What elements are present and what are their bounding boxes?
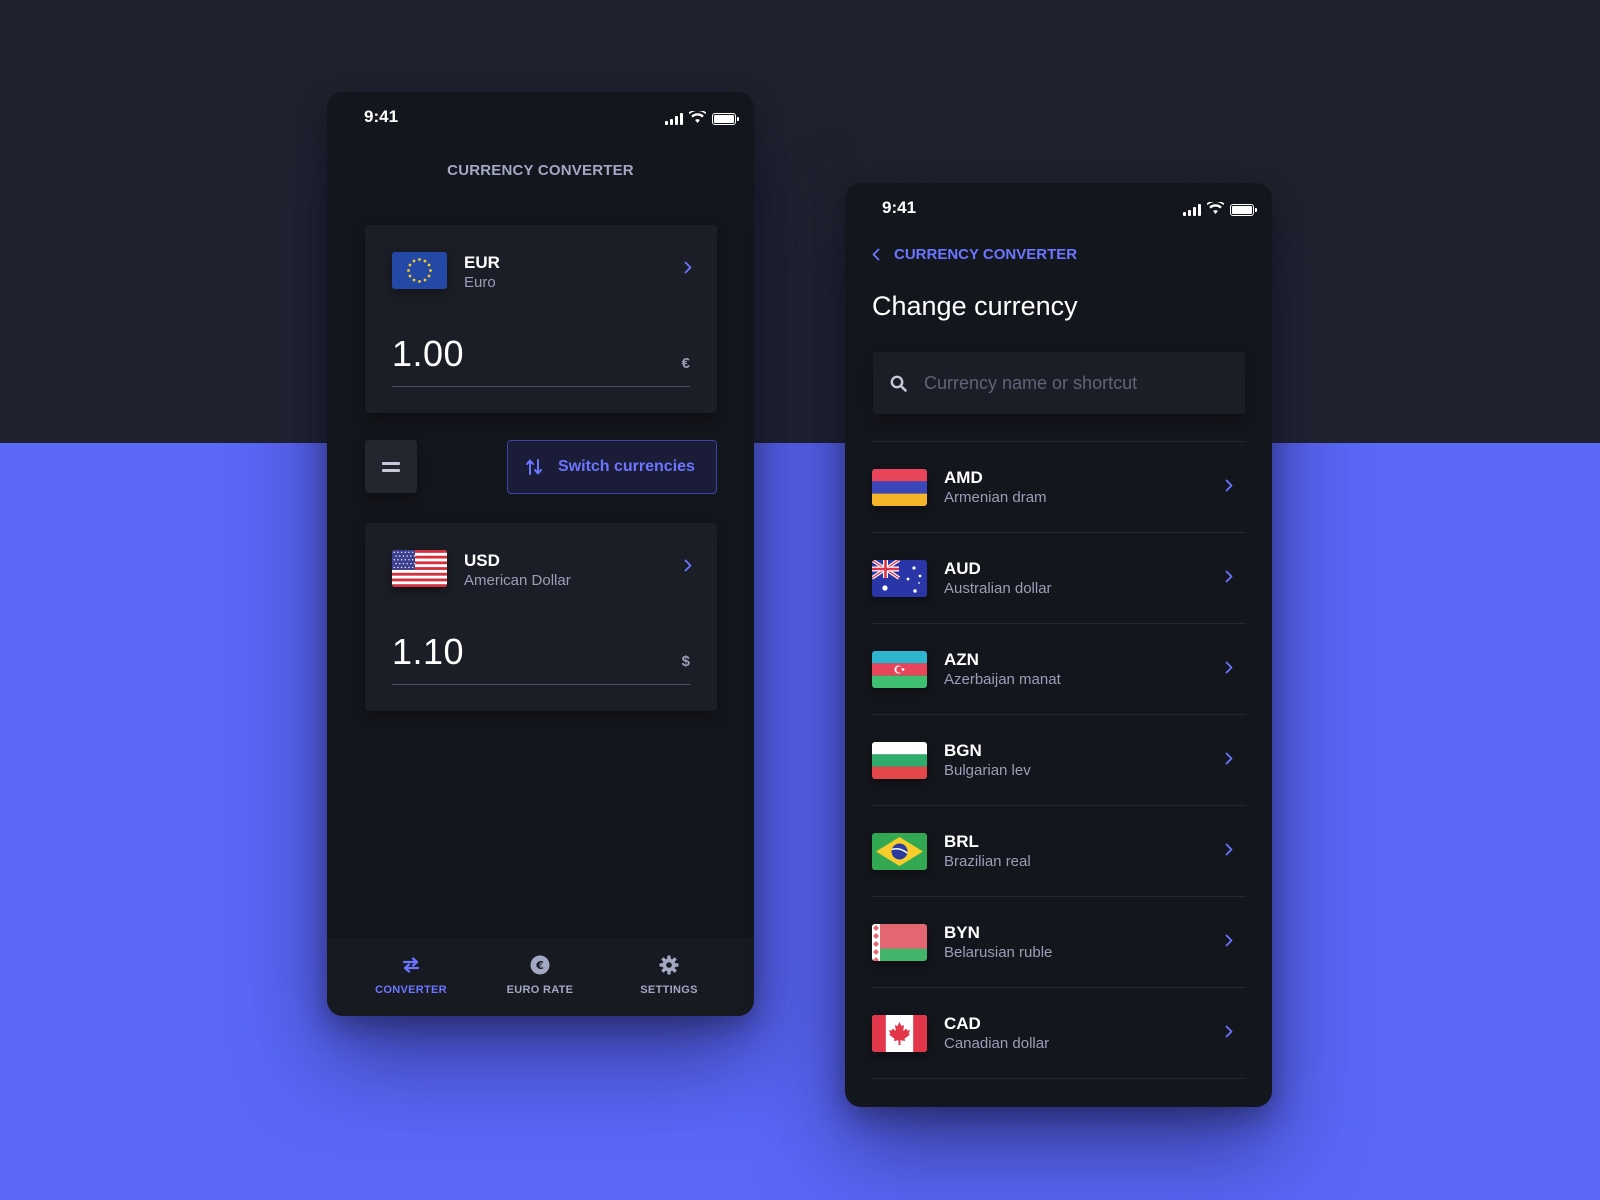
chevron-right-icon [1225, 1025, 1233, 1043]
back-button[interactable]: CURRENCY CONVERTER [872, 246, 1077, 263]
tab-converter-label: CONVERTER [375, 984, 447, 996]
currency-name: Bulgarian lev [944, 762, 1031, 779]
currency-list: AMD Armenian dram AUD Australian dollar [872, 441, 1246, 1079]
wifi-icon [688, 109, 707, 128]
search-icon [890, 375, 907, 392]
swap-arrows-icon [356, 954, 466, 976]
tab-settings[interactable]: SETTINGS [614, 954, 724, 996]
switch-currencies-button[interactable]: Switch currencies [507, 440, 717, 494]
to-currency-name: American Dollar [464, 572, 571, 589]
canada-flag-icon [872, 1015, 927, 1052]
chevron-left-icon [872, 248, 880, 261]
currency-name: Armenian dram [944, 489, 1047, 506]
to-currency-code: USD [464, 551, 500, 570]
currency-row-cad[interactable]: CAD Canadian dollar [872, 988, 1246, 1079]
tab-settings-label: SETTINGS [640, 984, 698, 996]
tab-euro-rate[interactable]: € EURO RATE [485, 954, 595, 996]
status-bar: 9:41 [845, 183, 1272, 233]
currency-row-brl[interactable]: BRL Brazilian real [872, 806, 1246, 897]
to-currency-symbol: $ [681, 653, 690, 670]
status-time: 9:41 [882, 198, 917, 217]
chevron-right-icon [1225, 843, 1233, 861]
currency-code: AZN [944, 650, 979, 669]
equals-button[interactable] [365, 440, 417, 493]
to-amount-value[interactable]: 1.10 [392, 631, 464, 673]
chevron-right-icon[interactable] [684, 261, 692, 279]
search-input[interactable] [924, 372, 1204, 394]
wifi-icon [1206, 200, 1225, 219]
battery-icon [1230, 204, 1257, 216]
currency-code: AMD [944, 468, 983, 487]
currency-row-amd[interactable]: AMD Armenian dram [872, 442, 1246, 533]
status-bar: 9:41 [327, 92, 754, 142]
switch-currencies-label: Switch currencies [558, 458, 695, 475]
to-currency-card[interactable]: USD American Dollar 1.10 $ [365, 523, 717, 711]
from-amount-input[interactable]: 1.00 [392, 333, 464, 375]
battery-icon [712, 113, 739, 125]
equals-icon [382, 461, 400, 472]
background-top [0, 0, 1600, 443]
from-currency-name: Euro [464, 274, 496, 291]
brazil-flag-icon [872, 833, 927, 870]
currency-row-azn[interactable]: AZN Azerbaijan manat [872, 624, 1246, 715]
currency-row-byn[interactable]: BYN Belarusian ruble [872, 897, 1246, 988]
currency-code: AUD [944, 559, 981, 578]
from-currency-card[interactable]: EUR Euro 1.00 € [365, 225, 717, 413]
us-flag-icon [392, 550, 447, 587]
currency-name: Azerbaijan manat [944, 671, 1061, 688]
chevron-right-icon [1225, 934, 1233, 952]
search-bar[interactable] [873, 352, 1245, 414]
eu-flag-icon [392, 252, 447, 289]
currency-name: Belarusian ruble [944, 944, 1053, 961]
euro-coin-icon: € [485, 954, 595, 976]
currency-row-aud[interactable]: AUD Australian dollar [872, 533, 1246, 624]
from-currency-symbol: € [681, 355, 690, 372]
bulgaria-flag-icon [872, 742, 927, 779]
currency-code: BYN [944, 923, 980, 942]
azerbaijan-flag-icon [872, 651, 927, 688]
australia-flag-icon [872, 560, 927, 597]
back-label: CURRENCY CONVERTER [894, 246, 1078, 263]
currency-code: BGN [944, 741, 982, 760]
converter-screen: 9:41 CURRENCY CONVERTER EUR Euro 1.00 € … [327, 92, 754, 1016]
page-heading: Change currency [872, 291, 1078, 321]
currency-code: BRL [944, 832, 979, 851]
currency-name: Australian dollar [944, 580, 1052, 597]
tab-bar: CONVERTER € EURO RATE SETTINGS [327, 938, 754, 1016]
chevron-right-icon[interactable] [684, 559, 692, 577]
divider [392, 684, 690, 685]
currency-code: CAD [944, 1014, 981, 1033]
signal-icon [1183, 204, 1201, 216]
change-currency-screen: 9:41 CURRENCY CONVERTER Change currency … [845, 183, 1272, 1107]
tab-euro-rate-label: EURO RATE [506, 984, 574, 996]
svg-text:€: € [535, 959, 544, 972]
chevron-right-icon [1225, 479, 1233, 497]
tab-converter[interactable]: CONVERTER [356, 954, 466, 996]
status-time: 9:41 [364, 107, 399, 126]
gear-icon [614, 954, 724, 976]
currency-name: Canadian dollar [944, 1035, 1050, 1052]
belarus-flag-icon [872, 924, 927, 961]
chevron-right-icon [1225, 752, 1233, 770]
chevron-right-icon [1225, 570, 1233, 588]
page-title: CURRENCY CONVERTER [447, 162, 634, 179]
currency-row-bgn[interactable]: BGN Bulgarian lev [872, 715, 1246, 806]
signal-icon [665, 113, 683, 125]
chevron-right-icon [1225, 661, 1233, 679]
armenia-flag-icon [872, 469, 927, 506]
currency-name: Brazilian real [944, 853, 1031, 870]
from-currency-code: EUR [464, 253, 500, 272]
swap-vertical-icon [526, 459, 542, 475]
divider [392, 386, 690, 387]
